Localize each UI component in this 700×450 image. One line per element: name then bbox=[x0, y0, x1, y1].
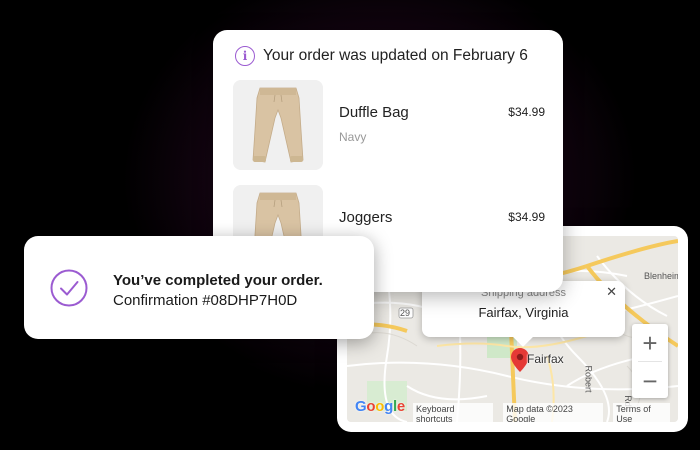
place-label-robert: Robert bbox=[583, 365, 594, 393]
item-name: Joggers bbox=[339, 209, 393, 226]
info-icon: i bbox=[235, 46, 255, 66]
shipping-address-value: Fairfax, Virginia bbox=[478, 305, 569, 320]
terms-of-use-link[interactable]: Terms of Use bbox=[613, 403, 670, 422]
check-circle-icon bbox=[50, 269, 88, 307]
zoom-controls: + − bbox=[632, 324, 668, 398]
pin-city-label: Fairfax bbox=[527, 352, 564, 366]
confirmation-number: Confirmation #08DHP7H0D bbox=[113, 292, 298, 309]
place-label-blenheim: Blenheim bbox=[644, 271, 678, 281]
item-price: $34.99 bbox=[508, 210, 545, 224]
item-variant: Navy bbox=[339, 130, 367, 144]
map-data-attribution: Map data ©2023 Google bbox=[503, 403, 604, 422]
map-footer: Keyboard shortcuts Map data ©2023 Google… bbox=[413, 403, 678, 422]
order-confirmation-card: You’ve completed your order. Confirmatio… bbox=[24, 236, 374, 339]
zoom-out-button[interactable]: − bbox=[632, 362, 668, 399]
zoom-in-button[interactable]: + bbox=[632, 324, 668, 361]
joggers-image-icon bbox=[233, 80, 323, 170]
close-icon[interactable]: ✕ bbox=[606, 284, 617, 300]
route-shield-label: 29 bbox=[400, 308, 411, 318]
order-update-header: i Your order was updated on February 6 bbox=[235, 46, 528, 66]
keyboard-shortcuts-link[interactable]: Keyboard shortcuts bbox=[413, 403, 494, 422]
google-logo[interactable]: Google bbox=[355, 398, 405, 415]
item-price: $34.99 bbox=[508, 105, 545, 119]
order-update-title: Your order was updated on February 6 bbox=[263, 47, 528, 64]
order-item[interactable]: Duffle Bag Navy $34.99 bbox=[233, 80, 545, 170]
confirmation-title: You’ve completed your order. bbox=[113, 272, 323, 289]
product-thumbnail bbox=[233, 80, 323, 170]
item-name: Duffle Bag bbox=[339, 104, 409, 121]
